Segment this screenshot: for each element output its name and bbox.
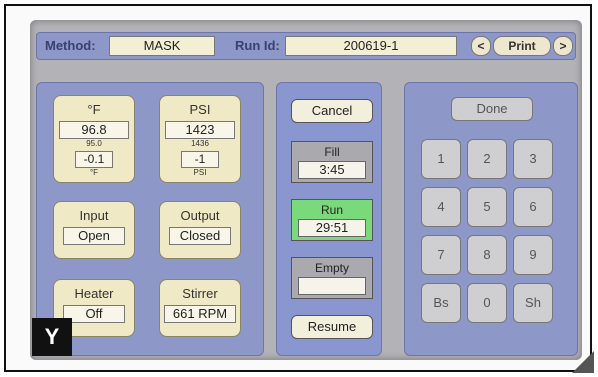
key-shift[interactable]: Sh [513, 283, 553, 323]
method-field[interactable]: MASK [109, 36, 215, 56]
done-button[interactable]: Done [451, 97, 533, 121]
temperature-delta: -0.1 [75, 151, 113, 168]
pressure-setpoint: 1436 [191, 139, 209, 148]
temperature-unit: °F [87, 102, 101, 117]
page-corner-shape [572, 351, 594, 373]
input-tile[interactable]: Input Open [53, 201, 135, 259]
method-label: Method: [45, 38, 96, 53]
temperature-value: 96.8 [59, 121, 129, 139]
run-timer: 29:51 [298, 219, 366, 237]
fill-step[interactable]: Fill 3:45 [291, 141, 373, 183]
stirrer-title: Stirrer [182, 286, 218, 301]
key-8[interactable]: 8 [467, 235, 507, 275]
header-bar: Method: MASK Run Id: 200619-1 < Print > [36, 32, 576, 60]
run-id-label: Run Id: [235, 38, 280, 53]
temperature-footnote: °F [89, 168, 99, 177]
cancel-button[interactable]: Cancel [291, 99, 373, 123]
empty-step[interactable]: Empty [291, 257, 373, 299]
pressure-footnote: PSI [193, 168, 207, 177]
temperature-tile[interactable]: °F 96.8 95.0 -0.1 °F [53, 95, 135, 183]
next-button[interactable]: > [553, 36, 573, 56]
key-0[interactable]: 0 [467, 283, 507, 323]
pressure-tile[interactable]: PSI 1423 1436 -1 PSI [159, 95, 241, 183]
input-value: Open [63, 227, 125, 245]
key-5[interactable]: 5 [467, 187, 507, 227]
output-title: Output [180, 208, 220, 223]
empty-timer [298, 277, 366, 295]
key-3[interactable]: 3 [513, 139, 553, 179]
corner-letter-badge: Y [32, 318, 72, 356]
status-panel: °F 96.8 95.0 -0.1 °F PSI 1423 1436 -1 PS… [36, 82, 264, 356]
hmi-screen: Method: MASK Run Id: 200619-1 < Print > … [30, 20, 582, 360]
key-2[interactable]: 2 [467, 139, 507, 179]
resume-button[interactable]: Resume [291, 315, 373, 339]
temperature-setpoint: 95.0 [86, 139, 102, 148]
fill-label: Fill [324, 145, 340, 159]
run-step[interactable]: Run 29:51 [291, 199, 373, 241]
stirrer-value: 661 RPM [164, 305, 236, 323]
key-7[interactable]: 7 [421, 235, 461, 275]
control-panel: Cancel Fill 3:45 Run 29:51 Empty Resume [276, 82, 382, 356]
key-4[interactable]: 4 [421, 187, 461, 227]
pressure-value: 1423 [165, 121, 235, 139]
keypad-panel: Done 1 2 3 4 5 6 7 8 9 Bs 0 Sh [404, 82, 578, 356]
pressure-delta: -1 [181, 151, 219, 168]
run-id-field[interactable]: 200619-1 [285, 36, 457, 56]
input-title: Input [79, 208, 109, 223]
key-9[interactable]: 9 [513, 235, 553, 275]
key-1[interactable]: 1 [421, 139, 461, 179]
key-6[interactable]: 6 [513, 187, 553, 227]
stirrer-tile[interactable]: Stirrer 661 RPM [159, 279, 241, 337]
prev-button[interactable]: < [471, 36, 491, 56]
print-button[interactable]: Print [493, 36, 551, 56]
fill-timer: 3:45 [298, 161, 366, 179]
pressure-unit: PSI [189, 102, 211, 117]
key-backspace[interactable]: Bs [421, 283, 461, 323]
output-tile[interactable]: Output Closed [159, 201, 241, 259]
heater-title: Heater [74, 286, 114, 301]
output-value: Closed [169, 227, 231, 245]
heater-value: Off [63, 305, 125, 323]
empty-label: Empty [314, 261, 349, 275]
run-label: Run [320, 203, 343, 217]
